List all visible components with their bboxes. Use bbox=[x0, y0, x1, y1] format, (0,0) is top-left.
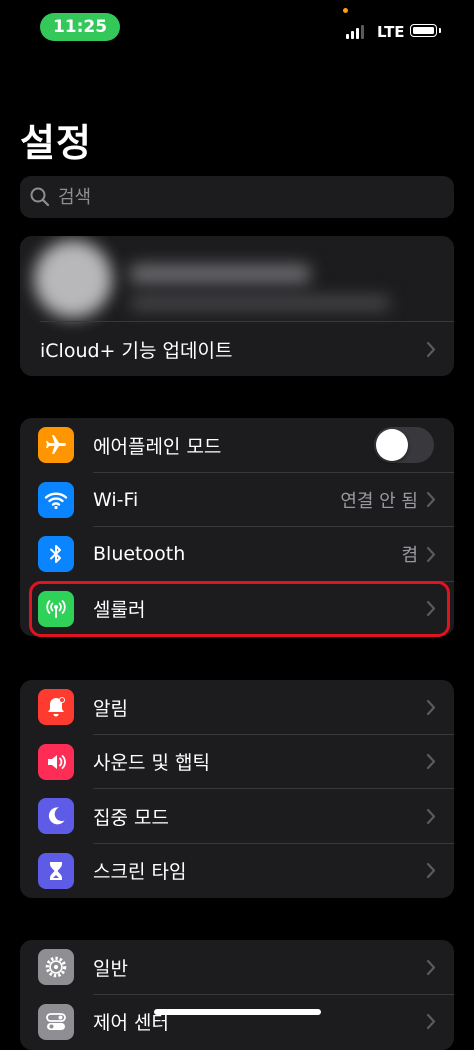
account-name-blurred bbox=[130, 264, 310, 284]
notifications-row[interactable]: 알림 bbox=[20, 680, 454, 735]
wifi-label: Wi-Fi bbox=[93, 488, 139, 511]
connectivity-group: 에어플레인 모드 Wi-Fi 연결 안 됨 Bluetooth 켬 셀룰러 bbox=[20, 418, 454, 636]
chevron-right-icon bbox=[426, 959, 436, 975]
screen-time-label: 스크린 타임 bbox=[93, 861, 187, 884]
chevron-right-icon bbox=[426, 699, 436, 715]
wifi-icon bbox=[38, 481, 74, 518]
sounds-haptics-label: 사운드 및 햅틱 bbox=[93, 752, 210, 775]
icloud-update-row[interactable]: iCloud+ 기능 업데이트 bbox=[20, 322, 454, 376]
avatar bbox=[34, 240, 112, 318]
hourglass-icon bbox=[38, 852, 74, 889]
chevron-right-icon bbox=[426, 1014, 436, 1030]
cellular-label: 셀룰러 bbox=[93, 599, 146, 622]
chevron-right-icon bbox=[426, 546, 436, 562]
search-input[interactable] bbox=[56, 185, 440, 209]
wifi-status-value: 연결 안 됨 bbox=[340, 490, 418, 512]
status-time[interactable]: 11:25 bbox=[40, 13, 120, 41]
chevron-right-icon bbox=[426, 863, 436, 879]
chevron-right-icon bbox=[426, 341, 436, 357]
general-label: 일반 bbox=[93, 957, 128, 980]
speaker-icon bbox=[38, 743, 74, 780]
status-bar: 11:25 LTE bbox=[0, 0, 474, 56]
notifications-label: 알림 bbox=[93, 697, 128, 720]
search-icon bbox=[30, 187, 50, 207]
gear-icon bbox=[38, 949, 74, 986]
screen-time-row[interactable]: 스크린 타임 bbox=[20, 844, 454, 899]
account-subtitle-blurred bbox=[130, 296, 390, 310]
chevron-right-icon bbox=[426, 808, 436, 824]
battery-icon bbox=[410, 24, 441, 37]
bell-icon bbox=[38, 689, 74, 726]
notifications-group: 알림 사운드 및 햅틱 집중 모드 스크린 타임 bbox=[20, 680, 454, 898]
wifi-row[interactable]: Wi-Fi 연결 안 됨 bbox=[20, 473, 454, 527]
bluetooth-label: Bluetooth bbox=[93, 543, 186, 566]
signal-strength-icon bbox=[346, 24, 364, 39]
search-bar[interactable] bbox=[20, 176, 454, 218]
cellular-antenna-icon bbox=[38, 590, 74, 627]
profile-group: iCloud+ 기능 업데이트 bbox=[20, 236, 454, 376]
focus-label: 집중 모드 bbox=[93, 806, 169, 829]
bluetooth-row[interactable]: Bluetooth 켬 bbox=[20, 527, 454, 582]
chevron-right-icon bbox=[426, 601, 436, 617]
chevron-right-icon bbox=[426, 754, 436, 770]
airplane-mode-toggle[interactable] bbox=[374, 427, 434, 464]
airplane-icon bbox=[38, 427, 74, 464]
moon-icon bbox=[38, 798, 74, 835]
network-type: LTE bbox=[377, 23, 405, 41]
airplane-mode-label: 에어플레인 모드 bbox=[93, 435, 222, 458]
chevron-right-icon bbox=[426, 492, 436, 508]
apple-id-row[interactable] bbox=[20, 236, 454, 321]
toggles-icon bbox=[38, 1003, 74, 1040]
control-center-row[interactable]: 제어 센터 bbox=[20, 995, 454, 1050]
icloud-update-label: iCloud+ 기능 업데이트 bbox=[40, 339, 233, 362]
general-row[interactable]: 일반 bbox=[20, 940, 454, 995]
airplane-mode-row: 에어플레인 모드 bbox=[20, 418, 454, 473]
bluetooth-status-value: 켬 bbox=[401, 545, 418, 567]
privacy-indicator-dot bbox=[343, 8, 348, 13]
bluetooth-icon bbox=[38, 536, 74, 573]
page-title: 설정 bbox=[20, 121, 92, 165]
toggle-knob bbox=[376, 429, 408, 462]
sounds-haptics-row[interactable]: 사운드 및 햅틱 bbox=[20, 735, 454, 789]
cellular-row[interactable]: 셀룰러 bbox=[20, 582, 454, 637]
focus-row[interactable]: 집중 모드 bbox=[20, 789, 454, 844]
home-indicator[interactable] bbox=[154, 1009, 321, 1015]
general-group: 일반 제어 센터 bbox=[20, 940, 454, 1050]
